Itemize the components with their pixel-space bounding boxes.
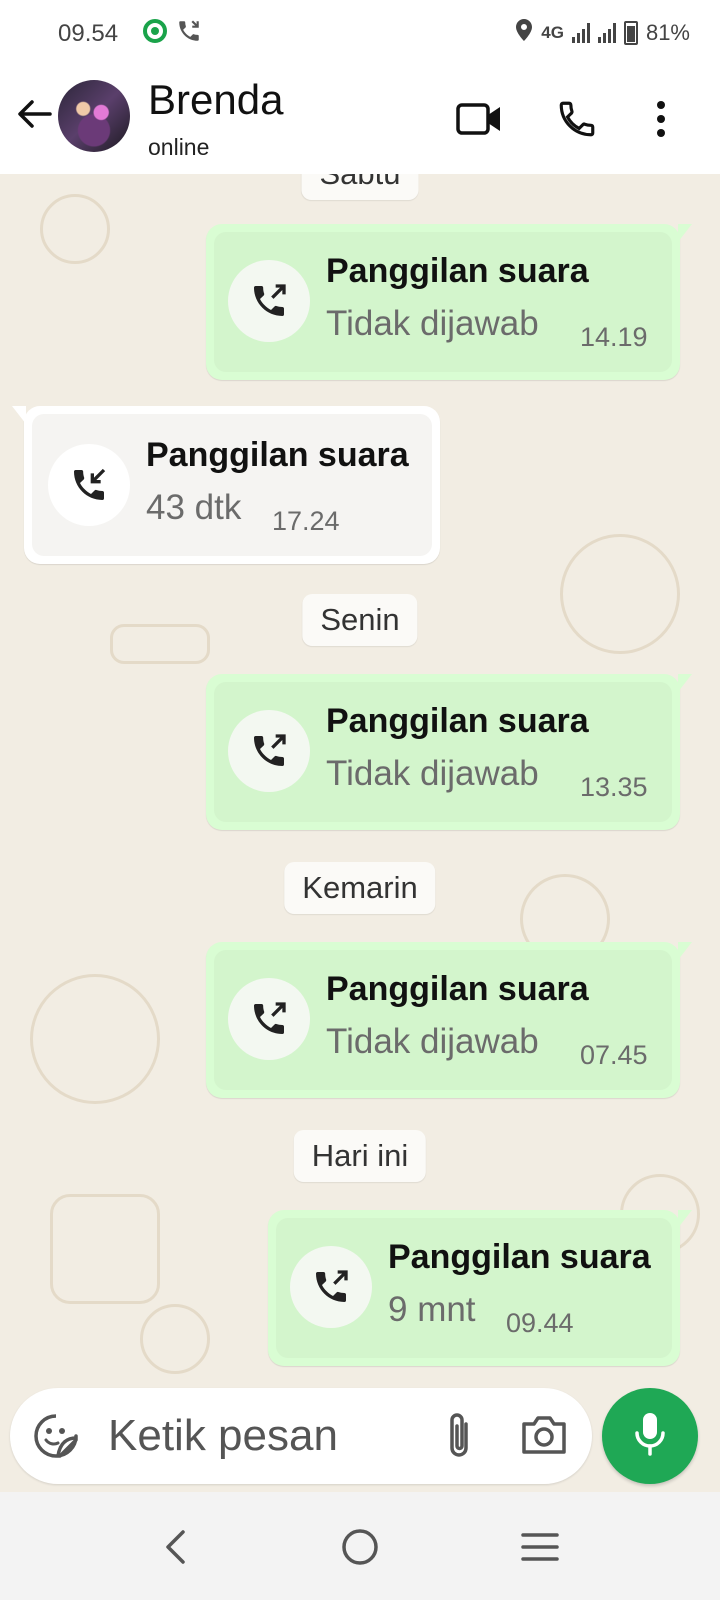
attachment-icon[interactable] <box>434 1410 484 1462</box>
signal-icon <box>571 23 590 43</box>
message-time: 13.35 <box>580 772 648 802</box>
nav-recents-icon[interactable] <box>515 1522 565 1572</box>
microphone-button[interactable] <box>602 1388 698 1484</box>
camera-icon[interactable] <box>520 1412 570 1460</box>
nav-back-icon[interactable] <box>150 1522 200 1572</box>
chat-area[interactable]: Sabtu Panggilan suara Tidak dijawab 14.1… <box>0 174 720 1522</box>
message-input[interactable] <box>108 1406 408 1466</box>
date-separator: Kemarin <box>284 862 436 914</box>
signal-icon-2 <box>597 23 616 43</box>
call-status: Tidak dijawab <box>326 1022 539 1061</box>
call-duration: 43 dtk <box>146 488 242 527</box>
outgoing-call-icon <box>228 260 310 342</box>
outgoing-call-icon <box>228 978 310 1060</box>
contact-status: online <box>148 134 210 160</box>
date-separator: Senin <box>302 594 418 646</box>
call-message-incoming[interactable]: Panggilan suara 43 dtk 17.24 <box>12 406 440 564</box>
message-time: 14.19 <box>580 322 648 352</box>
battery-icon <box>623 21 638 45</box>
contact-name[interactable]: Brenda <box>148 76 283 124</box>
wallpaper-doodle <box>560 534 680 654</box>
call-status-icon <box>176 18 202 49</box>
system-navigation-bar <box>0 1492 720 1600</box>
call-duration: 9 mnt <box>388 1290 476 1329</box>
date-separator: Sabtu <box>301 174 419 200</box>
status-time: 09.54 <box>58 20 119 47</box>
wallpaper-doodle <box>50 1194 160 1304</box>
call-title: Panggilan suara <box>146 436 409 474</box>
more-options-icon[interactable] <box>636 94 686 144</box>
call-message-outgoing[interactable]: Panggilan suara Tidak dijawab 07.45 <box>206 942 692 1098</box>
call-status: Tidak dijawab <box>326 754 539 793</box>
network-type: 4G <box>541 23 564 42</box>
wallpaper-doodle <box>110 624 210 664</box>
wallpaper-doodle <box>40 194 110 264</box>
wallpaper-doodle <box>140 1304 210 1374</box>
call-title: Panggilan suara <box>326 252 589 290</box>
outgoing-call-icon <box>290 1246 372 1328</box>
wallpaper-doodle <box>30 974 160 1104</box>
video-call-icon[interactable] <box>454 94 504 144</box>
incoming-call-icon <box>48 444 130 526</box>
call-message-outgoing[interactable]: Panggilan suara 9 mnt 09.44 <box>268 1210 692 1366</box>
location-app-icon <box>142 18 168 49</box>
status-bar: 09.54 4G 81% <box>0 0 720 68</box>
message-time: 09.44 <box>506 1308 574 1338</box>
date-separator: Hari ini <box>293 1130 427 1182</box>
nav-home-icon[interactable] <box>335 1522 385 1572</box>
chat-header: Brenda online <box>0 68 720 174</box>
sticker-emoji-icon[interactable] <box>32 1412 80 1460</box>
call-message-outgoing[interactable]: Panggilan suara Tidak dijawab 13.35 <box>206 674 692 830</box>
microphone-icon <box>632 1411 668 1462</box>
outgoing-call-icon <box>228 710 310 792</box>
call-message-outgoing[interactable]: Panggilan suara Tidak dijawab 14.19 <box>206 224 692 380</box>
battery-percent: 81% <box>645 20 690 45</box>
avatar[interactable] <box>58 80 130 152</box>
call-title: Panggilan suara <box>326 970 589 1008</box>
message-time: 07.45 <box>580 1040 648 1070</box>
call-title: Panggilan suara <box>326 702 589 740</box>
call-status: Tidak dijawab <box>326 304 539 343</box>
message-time: 17.24 <box>272 506 340 536</box>
message-composer <box>10 1388 592 1484</box>
back-arrow-icon[interactable] <box>14 94 54 134</box>
call-title: Panggilan suara <box>388 1238 651 1276</box>
gps-icon <box>515 18 533 48</box>
voice-call-icon[interactable] <box>552 94 602 144</box>
